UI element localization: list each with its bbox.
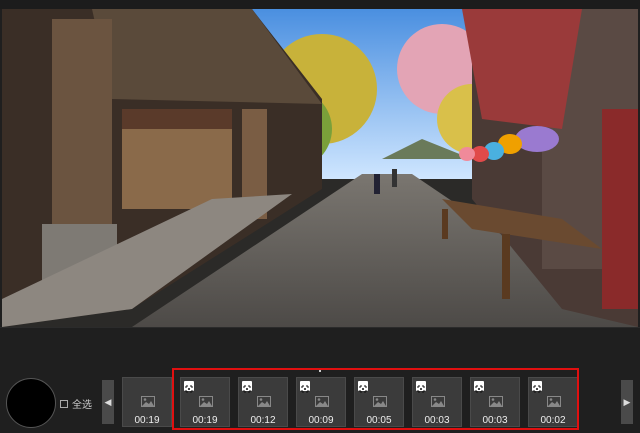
panorama-icon [242, 381, 252, 393]
clip-thumbnail[interactable]: 00:02 [528, 377, 578, 427]
chevron-left-icon[interactable]: ◀ [102, 380, 114, 424]
clip-thumbnail[interactable]: 00:19 [122, 377, 172, 427]
clip-duration: 00:02 [540, 415, 566, 426]
image-icon [373, 394, 387, 407]
clip-thumbnail[interactable]: 00:12 [238, 377, 288, 427]
select-all-label: 全选 [72, 400, 92, 411]
clip-thumbnail[interactable]: 00:03 [470, 377, 520, 427]
panorama-icon [474, 381, 484, 393]
image-icon [547, 394, 561, 407]
image-icon [199, 394, 213, 407]
panorama-icon [184, 381, 194, 393]
clip-thumbnail[interactable]: 00:09 [296, 377, 346, 427]
chevron-right-icon[interactable]: ▶ [621, 380, 633, 424]
clip-duration: 00:12 [250, 415, 276, 426]
image-icon [489, 394, 503, 407]
record-button[interactable] [6, 378, 56, 428]
clip-duration: 00:03 [424, 415, 450, 426]
panorama-icon [416, 381, 426, 393]
image-icon [315, 394, 329, 407]
panorama-icon [532, 381, 542, 393]
panorama-icon [300, 381, 310, 393]
clip-strip: 00:19 00:19 00:12 00:09 00:05 00:03 00:03 00:02 [116, 0, 620, 433]
clip-duration: 00:05 [366, 415, 392, 426]
image-icon [141, 394, 155, 407]
image-icon [257, 394, 271, 407]
clip-duration: 00:03 [482, 415, 508, 426]
select-all-checkbox[interactable] [60, 399, 68, 408]
clip-duration: 00:19 [192, 415, 218, 426]
image-icon [431, 394, 445, 407]
clip-thumbnail[interactable]: 00:03 [412, 377, 462, 427]
clip-thumbnail[interactable]: 00:19 [180, 377, 230, 427]
strip-marker [319, 370, 321, 372]
select-all[interactable]: 全选 [60, 396, 92, 411]
panorama-icon [358, 381, 368, 393]
clip-thumbnail[interactable]: 00:05 [354, 377, 404, 427]
clip-duration: 00:09 [308, 415, 334, 426]
clip-duration: 00:19 [134, 415, 160, 426]
